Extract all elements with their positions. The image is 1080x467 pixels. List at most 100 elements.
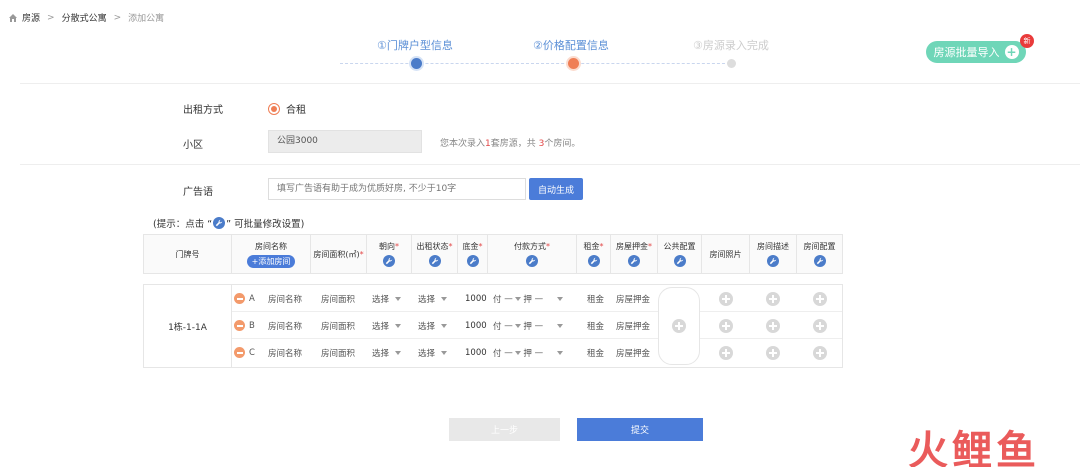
wrench-icon[interactable] xyxy=(813,255,826,267)
add-description-icon[interactable] xyxy=(766,318,780,333)
public-config-cell[interactable] xyxy=(658,287,700,365)
th-text: 出租状态 xyxy=(416,242,449,251)
th-unit-no: 门牌号 xyxy=(144,235,232,273)
chevron-down-icon xyxy=(441,296,448,301)
select-value: 选择 xyxy=(372,294,390,305)
th-room-area: 房间面积(㎡)* xyxy=(311,235,367,273)
room-name-input[interactable]: 房间名称 xyxy=(268,339,302,366)
ad-input[interactable] xyxy=(268,178,526,200)
wrench-icon[interactable] xyxy=(587,255,600,267)
th-rent: 租金* xyxy=(577,235,611,273)
rent-input[interactable]: 租金 xyxy=(587,312,604,339)
deposit-input[interactable]: 房屋押金 xyxy=(616,285,650,312)
deposit-input[interactable]: 房屋押金 xyxy=(616,339,650,366)
chevron-down-icon xyxy=(395,350,402,355)
rent-status-select[interactable]: 选择 xyxy=(418,339,448,366)
wrench-icon[interactable] xyxy=(383,255,395,267)
breadcrumb-sep: > xyxy=(113,12,122,23)
remove-room-icon[interactable] xyxy=(234,347,245,358)
select-value: 选择 xyxy=(418,321,436,332)
room-name-input[interactable]: 房间名称 xyxy=(268,285,302,312)
remove-room-icon[interactable] xyxy=(234,320,245,331)
room-letter: B xyxy=(249,320,255,331)
add-public-config-icon[interactable] xyxy=(672,319,686,333)
step-2-dot xyxy=(568,58,579,69)
th-deposit: 房屋押金* xyxy=(611,235,658,273)
rent-mode-value: 合租 xyxy=(286,105,306,116)
chevron-down-icon xyxy=(557,296,564,301)
th-label: 公共配置 xyxy=(663,242,696,251)
deposit-input[interactable]: 房屋押金 xyxy=(616,312,650,339)
chevron-down-icon xyxy=(441,350,448,355)
select-value: 选择 xyxy=(372,348,390,359)
chevron-down-icon xyxy=(441,323,448,328)
select-value: 选择 xyxy=(418,348,436,359)
payment-select[interactable]: 付 — 押 — xyxy=(493,285,564,312)
pay-ya-value: — xyxy=(534,320,544,331)
th-text: 付款方式 xyxy=(514,242,546,251)
new-badge: 新 xyxy=(1020,34,1034,48)
rent-input[interactable]: 租金 xyxy=(587,339,604,366)
add-config-icon[interactable] xyxy=(813,345,827,360)
base-rent-input[interactable]: 1000 xyxy=(465,339,487,366)
plus-icon: + xyxy=(1004,45,1019,59)
room-area-input[interactable]: 房间面积 xyxy=(321,285,355,312)
orientation-select[interactable]: 选择 xyxy=(372,285,402,312)
required-mark: * xyxy=(359,249,364,259)
payment-select[interactable]: 付 — 押 — xyxy=(493,339,564,366)
step-1-dot xyxy=(411,58,422,69)
pay-fu-value: — xyxy=(504,293,513,304)
add-photo-icon[interactable] xyxy=(719,345,733,360)
submit-button[interactable]: 提交 xyxy=(577,418,703,441)
th-photos: 房间照片 xyxy=(702,235,750,273)
hint-prefix: (提示：点击 “ xyxy=(153,219,213,230)
th-label: 底金* xyxy=(463,241,483,252)
add-description-icon[interactable] xyxy=(766,291,780,306)
rent-mode-radio-shared[interactable]: 合租 xyxy=(268,101,306,116)
room-area-input[interactable]: 房间面积 xyxy=(321,339,355,366)
batch-import-button[interactable]: 房源批量导入 + xyxy=(926,41,1026,63)
wrench-icon[interactable] xyxy=(466,255,479,267)
wrench-icon[interactable] xyxy=(628,255,640,267)
chevron-down-icon xyxy=(557,350,564,355)
breadcrumb-current: 添加公寓 xyxy=(128,14,165,24)
rent-input[interactable]: 租金 xyxy=(587,285,604,312)
add-description-icon[interactable] xyxy=(766,345,780,360)
base-rent-input[interactable]: 1000 xyxy=(465,285,487,312)
add-photo-icon[interactable] xyxy=(719,291,733,306)
wrench-icon[interactable] xyxy=(767,255,779,267)
orientation-select[interactable]: 选择 xyxy=(372,312,402,339)
required-mark: * xyxy=(448,242,453,251)
breadcrumb-home[interactable]: 房源 xyxy=(22,11,40,24)
select-value: 选择 xyxy=(372,321,390,332)
wrench-icon[interactable] xyxy=(673,255,686,267)
prev-step-button[interactable]: 上一步 xyxy=(449,418,560,441)
room-area-input[interactable]: 房间面积 xyxy=(321,312,355,339)
rent-status-select[interactable]: 选择 xyxy=(418,285,448,312)
pay-ya-value: — xyxy=(534,293,544,304)
rent-status-select[interactable]: 选择 xyxy=(418,312,448,339)
base-rent-input[interactable]: 1000 xyxy=(465,312,487,339)
remove-room-icon[interactable] xyxy=(234,293,245,304)
th-label: 朝向* xyxy=(379,241,399,252)
wrench-icon[interactable] xyxy=(526,255,538,267)
th-label: 出租状态* xyxy=(417,241,453,252)
payment-select[interactable]: 付 — 押 — xyxy=(493,312,564,339)
auto-generate-button[interactable]: 自动生成 xyxy=(529,178,583,200)
breadcrumb-level2[interactable]: 分散式公寓 xyxy=(62,11,107,24)
watermark-logo: 火鲤鱼 xyxy=(908,428,1040,467)
th-rent-status: 出租状态* xyxy=(412,235,458,273)
add-config-icon[interactable] xyxy=(813,318,827,333)
add-photo-icon[interactable] xyxy=(719,318,733,333)
add-config-icon[interactable] xyxy=(813,291,827,306)
wrench-icon[interactable] xyxy=(428,255,441,267)
th-label: 租金* xyxy=(584,241,604,252)
batch-import-label: 房源批量导入 xyxy=(933,46,1000,59)
room-name-input[interactable]: 房间名称 xyxy=(268,312,302,339)
hint-suffix: ” 可批量修改设置) xyxy=(226,219,305,230)
required-mark: * xyxy=(648,242,652,251)
rent-mode-label: 出租方式 xyxy=(183,105,223,116)
th-payment: 付款方式* xyxy=(488,235,577,273)
add-room-button[interactable]: +添加房间 xyxy=(246,254,296,268)
orientation-select[interactable]: 选择 xyxy=(372,339,402,366)
